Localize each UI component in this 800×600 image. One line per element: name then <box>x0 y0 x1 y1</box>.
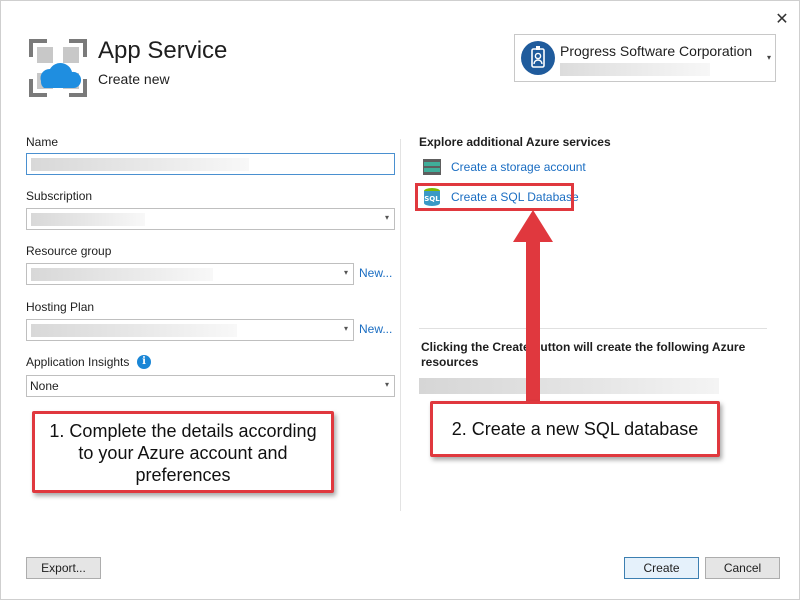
app-insights-value: None <box>30 379 59 393</box>
sql-highlight-box <box>415 183 574 211</box>
close-icon[interactable]: ✕ <box>773 11 791 29</box>
cancel-button[interactable]: Cancel <box>705 557 780 579</box>
export-button[interactable]: Export... <box>26 557 101 579</box>
dialog-title: App Service <box>98 37 228 64</box>
info-icon[interactable]: i <box>137 355 151 369</box>
chevron-down-icon[interactable]: ▾ <box>344 268 348 277</box>
subscription-value-redacted <box>31 213 145 226</box>
summary-text: Clicking the Create button will create t… <box>421 340 746 369</box>
account-name: Progress Software Corporation <box>560 43 753 59</box>
name-label: Name <box>26 135 59 149</box>
app-insights-label: Application Insights <box>26 355 130 369</box>
callout-complete-details: 1. Complete the details according to you… <box>32 411 334 493</box>
account-badge-icon <box>521 41 555 75</box>
resources-list-redacted <box>419 378 719 394</box>
app-service-dialog: ✕ App Service Create new Progress Softwa… <box>0 0 800 600</box>
hosting-plan-value-redacted <box>31 324 237 337</box>
callout-create-sql-text: 2. Create a new SQL database <box>451 419 699 439</box>
hosting-plan-label: Hosting Plan <box>26 300 95 314</box>
horizontal-divider <box>419 328 767 329</box>
storage-account-icon <box>422 158 442 176</box>
name-value-redacted <box>31 158 249 171</box>
dialog-subtitle: Create new <box>98 71 170 87</box>
create-button[interactable]: Create <box>624 557 699 579</box>
hosting-plan-new-link[interactable]: New... <box>359 322 392 336</box>
resource-group-value-redacted <box>31 268 213 281</box>
subscription-label: Subscription <box>26 189 93 203</box>
app-insights-select[interactable]: None ▾ <box>26 375 395 397</box>
annotation-arrow <box>511 208 555 408</box>
resource-group-select[interactable]: ▾ <box>26 263 354 285</box>
chevron-down-icon[interactable]: ▾ <box>767 53 771 62</box>
create-storage-account-link[interactable]: Create a storage account <box>451 160 586 174</box>
hosting-plan-select[interactable]: ▾ <box>26 319 354 341</box>
account-email-redacted <box>560 63 710 76</box>
resource-group-label: Resource group <box>26 244 112 258</box>
chevron-down-icon[interactable]: ▾ <box>385 213 389 222</box>
callout-complete-details-text: 1. Complete the details according to you… <box>49 421 317 485</box>
account-selector[interactable]: Progress Software Corporation ▾ <box>514 34 776 82</box>
services-heading: Explore additional Azure services <box>419 135 611 149</box>
chevron-down-icon[interactable]: ▾ <box>344 324 348 333</box>
app-service-icon <box>27 37 89 99</box>
resource-group-new-link[interactable]: New... <box>359 266 392 280</box>
name-input[interactable] <box>26 153 395 175</box>
subscription-select[interactable]: ▾ <box>26 208 395 230</box>
callout-create-sql: 2. Create a new SQL database <box>430 401 720 457</box>
chevron-down-icon[interactable]: ▾ <box>385 380 389 389</box>
vertical-divider <box>400 139 401 511</box>
